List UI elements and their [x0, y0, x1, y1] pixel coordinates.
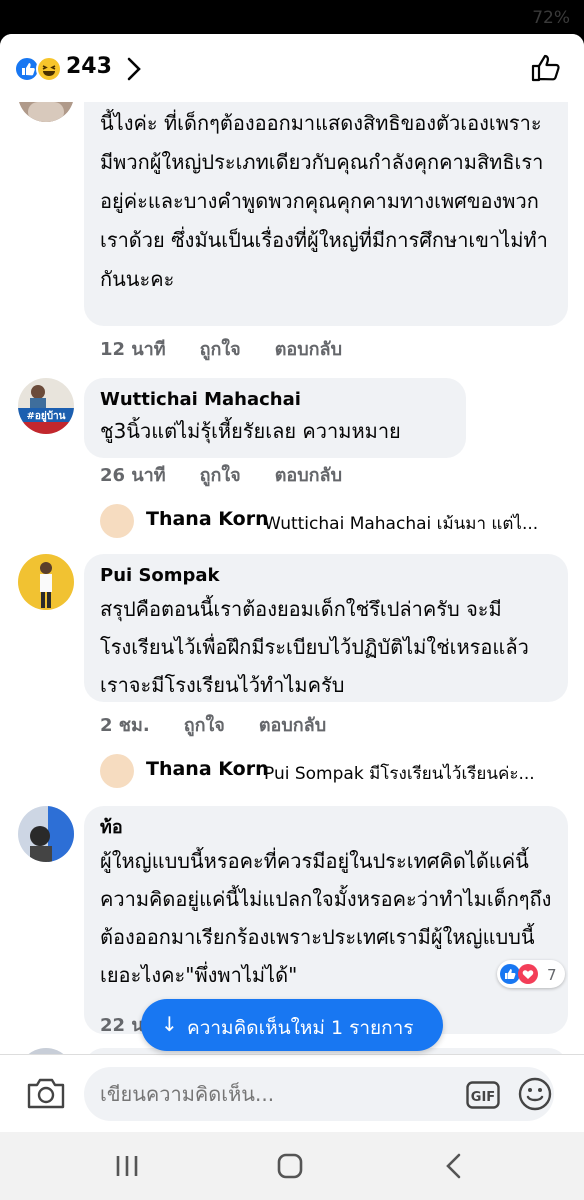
comment-text: ผู้ใหญ่แบบนี้หรอคะที่ควรมีอยู่ในประเทศคิ…: [100, 849, 552, 987]
reply-author: Thana Korn: [146, 758, 269, 780]
commenter-name[interactable]: Wuttichai Mahachai: [100, 386, 450, 414]
status-bar: 72%: [0, 0, 584, 36]
reply-button[interactable]: ตอบกลับ: [259, 715, 326, 736]
avatar[interactable]: #อยู่บ้าน: [18, 378, 74, 434]
reply-button[interactable]: ตอบกลับ: [275, 465, 342, 486]
haha-reaction-icon: [36, 56, 62, 82]
comment-text: ชู3นิ้วแต่ไม่รุ้เหี้ยรัยเลย ความหมาย: [100, 419, 401, 443]
reply-preview[interactable]: Thana Korn Pui Sompak มีโรงเรียนไว้เรียน…: [100, 752, 570, 788]
like-button[interactable]: ถูกใจ: [200, 339, 241, 360]
reaction-count: 7: [547, 966, 557, 984]
avatar-text: #อยู่บ้าน: [26, 410, 65, 423]
reactions-header: 243: [0, 34, 584, 102]
battery-percent: 72%: [532, 8, 570, 28]
gif-label: GIF: [471, 1090, 495, 1105]
new-comments-button[interactable]: ↓ ความคิดเห็นใหม่ 1 รายการ: [141, 999, 443, 1051]
reply-snippet: Pui Sompak มีโรงเรียนไว้เรียนค่ะ...: [264, 764, 535, 784]
comment-bubble[interactable]: Pui Sompak สรุปคือตอนนี้เราต้องยอมเด็กใช…: [84, 554, 568, 702]
comment-composer: GIF: [0, 1054, 584, 1132]
comment-bubble[interactable]: นี้ไงค่ะ ที่เด็กๆต้องออกมาแสดงสิทธิของตั…: [84, 102, 568, 326]
emoji-icon[interactable]: [518, 1077, 552, 1111]
home-icon[interactable]: [273, 1150, 307, 1182]
reply-author: Thana Korn: [146, 508, 269, 530]
reaction-count[interactable]: 243: [66, 54, 112, 79]
reply-button[interactable]: ตอบกลับ: [275, 339, 342, 360]
reply-snippet: Wuttichai Mahachai เม้นมา แต่ไ...: [264, 514, 539, 534]
comment-time: 22 น: [100, 1015, 144, 1036]
avatar[interactable]: [18, 102, 74, 122]
comment-time: 26 นาที: [100, 465, 166, 486]
comment-actions: 2 ชม. ถูกใจ ตอบกลับ: [100, 710, 360, 739]
comment-text: สรุปคือตอนนี้เราต้องยอมเด็กใช่รึเปล่าครั…: [100, 597, 529, 697]
comment-time: 2 ชม.: [100, 715, 150, 736]
avatar[interactable]: [18, 554, 74, 610]
system-nav-bar: [0, 1132, 584, 1200]
commenter-name[interactable]: ท้อ: [100, 814, 552, 842]
reply-preview[interactable]: Thana Korn Wuttichai Mahachai เม้นมา แต่…: [100, 502, 570, 538]
recent-apps-icon[interactable]: [110, 1150, 144, 1182]
comment-actions: 26 นาที ถูกใจ ตอบกลับ: [100, 460, 376, 489]
camera-icon[interactable]: [26, 1075, 66, 1111]
reaction-summary[interactable]: [14, 56, 66, 82]
like-post-icon[interactable]: [530, 52, 562, 84]
arrow-down-icon: ↓: [161, 1012, 178, 1036]
commenter-name[interactable]: Pui Sompak: [100, 562, 552, 590]
comment-list: นี้ไงค่ะ ที่เด็กๆต้องออกมาแสดงสิทธิของตั…: [0, 102, 584, 1054]
comment-text: นี้ไงค่ะ ที่เด็กๆต้องออกมาแสดงสิทธิของตั…: [100, 111, 548, 291]
avatar[interactable]: [18, 806, 74, 862]
comment-reaction-badge[interactable]: 7: [497, 960, 565, 988]
avatar: [100, 754, 134, 788]
comments-sheet: 243 นี้ไงค่ะ ที่เด็กๆต้องออกมาแสดงสิทธิข…: [0, 34, 584, 1134]
comment-time: 12 นาที: [100, 339, 166, 360]
gif-icon[interactable]: GIF: [466, 1081, 500, 1109]
avatar: [100, 504, 134, 538]
like-button[interactable]: ถูกใจ: [184, 715, 225, 736]
back-icon[interactable]: [438, 1150, 472, 1182]
comment-bubble[interactable]: Wuttichai Mahachai ชู3นิ้วแต่ไม่รุ้เหี้ย…: [84, 378, 466, 458]
like-button[interactable]: ถูกใจ: [200, 465, 241, 486]
new-comments-label: ความคิดเห็นใหม่ 1 รายการ: [187, 1017, 414, 1039]
comment-actions: 12 นาที ถูกใจ ตอบกลับ: [100, 334, 376, 363]
chevron-right-icon[interactable]: [124, 56, 144, 82]
